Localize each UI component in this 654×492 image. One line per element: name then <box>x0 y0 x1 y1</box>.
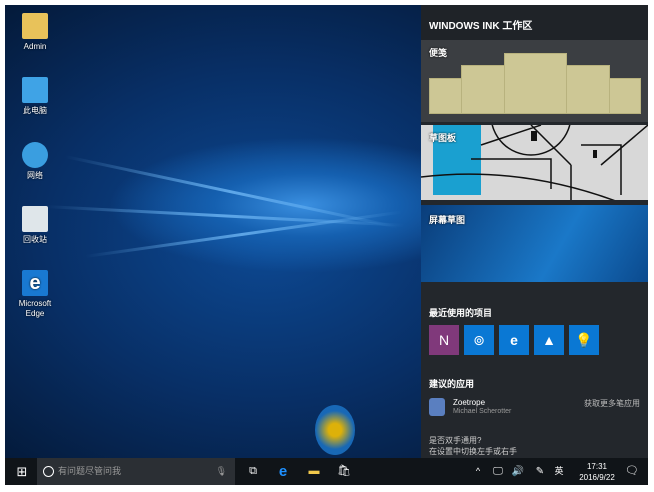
suggested-app-name[interactable]: Zoetrope <box>453 398 485 407</box>
sketchpad-card[interactable]: 草图板 <box>421 122 648 200</box>
zoetrope-app-icon[interactable] <box>429 398 445 416</box>
microphone-icon[interactable]: 🎙 <box>216 458 227 485</box>
notification-center-icon[interactable]: 🗨 <box>622 458 642 485</box>
file-explorer-icon[interactable]: ▬ <box>304 458 324 485</box>
chevron-up-icon[interactable]: ^ <box>471 458 485 485</box>
maps-icon[interactable]: ⊚ <box>464 325 494 355</box>
desktop-icon-this-pc[interactable]: 此电脑 <box>9 77 61 116</box>
input-language[interactable]: 英 <box>552 458 566 485</box>
onenote-icon[interactable]: N <box>429 325 459 355</box>
sticky-notes-card[interactable]: 便笺 <box>421 40 648 122</box>
cortana-circle-icon <box>43 466 54 478</box>
network-globe-icon <box>22 142 48 168</box>
screen-sketch-card[interactable]: 屏幕草图 <box>421 200 648 282</box>
recent-heading: 最近使用的项目 <box>429 308 493 318</box>
task-view-icon[interactable]: ⧉ <box>243 458 263 485</box>
desktop: Admin 此电脑 网络 回收站 e Microsoft Edge WINDOWS… <box>5 5 648 485</box>
watermark-emblem <box>315 405 355 455</box>
network-icon[interactable]: 🖵 <box>490 458 506 485</box>
clock[interactable]: 17:31 2016/9/22 <box>573 458 621 485</box>
search-box[interactable]: 有问题尽管问我 🎙 <box>37 458 235 485</box>
edge-icon[interactable]: e <box>499 325 529 355</box>
recycle-bin-icon <box>22 206 48 232</box>
computer-icon <box>22 77 48 103</box>
suggested-heading: 建议的应用 <box>429 379 475 389</box>
user-folder-icon <box>22 13 48 39</box>
edge-taskbar-icon[interactable]: e <box>273 458 293 485</box>
start-button[interactable]: ⊞ <box>11 458 33 485</box>
desktop-icon-network[interactable]: 网络 <box>9 142 61 181</box>
edge-icon: e <box>22 270 48 296</box>
taskbar: ⊞ 有问题尽管问我 🎙 ⧉ e ▬ 🛍 ^ 🖵 🔊 ✎ 英 17:31 2016/9… <box>5 458 648 485</box>
photos-icon[interactable]: ▲ <box>534 325 564 355</box>
pen-workspace-icon[interactable]: ✎ <box>532 458 548 485</box>
desktop-icon-edge[interactable]: e Microsoft Edge <box>9 270 61 319</box>
desktop-icon-admin[interactable]: Admin <box>9 13 61 52</box>
handedness-hint-link[interactable]: 在设置中切换左手或右手 <box>429 446 517 457</box>
volume-icon[interactable]: 🔊 <box>510 458 526 485</box>
desktop-icon-recycle-bin[interactable]: 回收站 <box>9 206 61 245</box>
tips-icon[interactable]: 💡 <box>569 325 599 355</box>
store-icon[interactable]: 🛍 <box>334 458 354 485</box>
panel-title: WINDOWS INK 工作区 <box>421 5 648 40</box>
get-more-pen-apps-link[interactable]: 获取更多笔应用 <box>584 398 640 409</box>
windows-ink-workspace: WINDOWS INK 工作区 便笺 草图板 屏幕草图 最近使用的项目 N ⊚ … <box>421 5 648 458</box>
handedness-question: 是否双手通用? <box>429 436 482 445</box>
suggested-app-publisher: Michael Scherotter <box>453 408 512 415</box>
